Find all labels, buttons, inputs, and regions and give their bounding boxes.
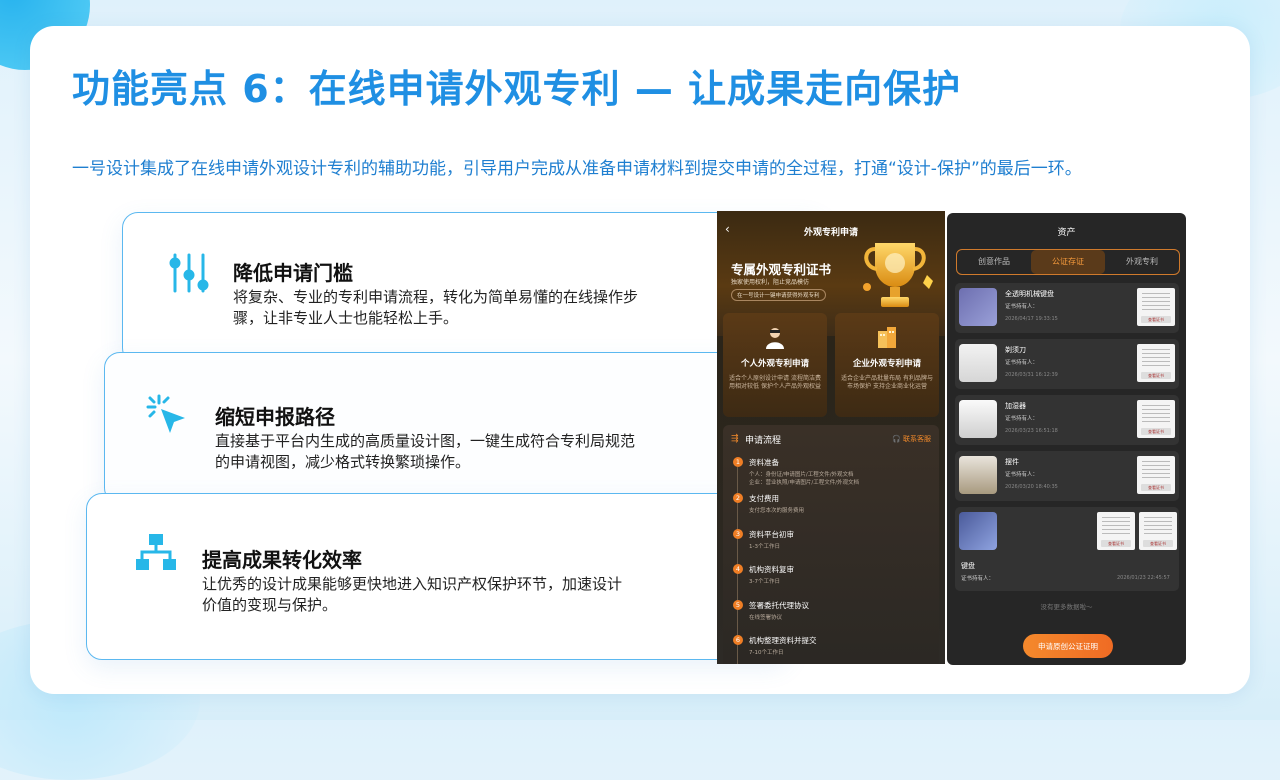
step-desc: 支付您本次的服务费用 [749, 508, 805, 514]
view-cert-button[interactable]: 查看证书 [1141, 484, 1171, 491]
feature-desc: 将复杂、专业的专利申请流程，转化为简单易懂的在线操作步骤，让非专业人士也能轻松上… [233, 288, 639, 327]
feature-desc: 直接基于平台内生成的高质量设计图，一键生成符合专利局规范的申请视图，减少格式转换… [215, 432, 636, 471]
step-desc: 个人：身份证/申请图片/工程文件/外观文档 [749, 472, 854, 478]
step-title: 支付费用 [749, 494, 779, 503]
cert-pill: 在一号设计一键申请获得外观专利 [731, 289, 826, 301]
flow-title: 申请流程 [745, 436, 782, 446]
cert-title: 专属外观专利证书 [731, 262, 832, 277]
screen-title: 资产 [1057, 228, 1076, 238]
apply-notarization-button[interactable]: 申请原创公证证明 [1023, 634, 1113, 658]
step-number: 2 [733, 493, 743, 503]
certificate-thumbnail[interactable]: 查看证书 [1137, 288, 1175, 326]
tab-notarization[interactable]: 公证存证 [1031, 250, 1105, 274]
trophy-icon [857, 235, 939, 319]
tab-creative-works[interactable]: 创意作品 [957, 250, 1031, 274]
certificate-thumbnail[interactable]: 查看证书 [1139, 512, 1177, 550]
asset-date: 2026/04/17 19:33:15 [1005, 316, 1058, 322]
application-flow: ⇶ 申请流程 🎧 联系客服 1 资料准备 个人：身份证/申请图片/工程文件/外观… [723, 425, 939, 664]
card-desc: 适合企业产品批量布局 有利品牌与市场保护 支持企业商业化运营 [841, 375, 933, 390]
view-cert-button[interactable]: 查看证书 [1141, 428, 1171, 435]
step-desc: 企业：营业执照/申请图片/工程文件/外观文档 [749, 480, 860, 486]
keyboard-thumbnail [959, 512, 997, 550]
cursor-click-icon [145, 393, 189, 441]
sliders-icon [167, 251, 211, 299]
no-more-data: 没有更多数据啦～ [1040, 603, 1093, 611]
step-number: 3 [733, 529, 743, 539]
asset-date: 2026/01/23 22:45:57 [1117, 575, 1170, 581]
view-cert-button[interactable]: 查看证书 [1143, 540, 1173, 547]
asset-date: 2026/03/31 16:12:39 [1005, 372, 1058, 378]
page-subtitle: 一号设计集成了在线申请外观设计专利的辅助功能，引导用户完成从准备申请材料到提交申… [72, 159, 1082, 179]
step-desc: 1-3个工作日 [749, 544, 780, 550]
step-desc: 在线签署协议 [749, 615, 783, 621]
asset-item[interactable]: 加湿器 证书持有人： 2026/03/23 16:51:18 查看证书 [955, 395, 1179, 445]
phone-assets: 资产 创意作品 公证存证 外观专利 全透明机械键盘 证书持有人： 2026/04… [947, 213, 1186, 665]
card-title: 企业外观专利申请 [852, 359, 921, 369]
asset-owner: 证书持有人： [1005, 304, 1039, 310]
certificate-thumbnail[interactable]: 查看证书 [1137, 344, 1175, 382]
asset-owner: 证书持有人： [1005, 416, 1039, 422]
step-title: 机构整理资料并提交 [749, 636, 817, 645]
customer-service-label: 联系客服 [903, 435, 931, 443]
asset-name: 剃须刀 [1005, 346, 1026, 354]
card-title: 个人外观专利申请 [740, 359, 809, 369]
asset-owner: 证书持有人： [1005, 472, 1039, 478]
step-number: 4 [733, 564, 743, 574]
step-desc: 3-7个工作日 [749, 579, 780, 585]
step-title: 资料平台初审 [749, 530, 794, 539]
tab-design-patent[interactable]: 外观专利 [1105, 250, 1179, 274]
certificate-thumbnail[interactable]: 查看证书 [1137, 400, 1175, 438]
step-desc: 7-10个工作日 [749, 650, 784, 656]
personal-patent-card[interactable]: 个人外观专利申请 适合个人原创设计申请 流程简洁费用相对较低 保护个人产品外观权… [723, 313, 827, 417]
feature-card-shorten-path: 缩短申报路径 直接基于平台内生成的高质量设计图，一键生成符合专利局规范的申请视图… [104, 352, 806, 504]
card-desc: 适合个人原创设计申请 流程简洁费用相对较低 保护个人产品外观权益 [729, 375, 821, 390]
hierarchy-icon [135, 532, 177, 576]
humidifier-thumbnail [959, 400, 997, 438]
step-number: 6 [733, 635, 743, 645]
asset-name: 键盘 [961, 562, 975, 570]
step-number: 1 [733, 457, 743, 467]
view-cert-button[interactable]: 查看证书 [1141, 316, 1171, 323]
asset-date: 2026/03/23 16:51:18 [1005, 428, 1058, 434]
page-title: 功能亮点 6：在线申请外观专利 — 让成果走向保护 [72, 67, 962, 111]
view-cert-button[interactable]: 查看证书 [1141, 372, 1171, 379]
certificate-thumbnail[interactable]: 查看证书 [1137, 456, 1175, 494]
asset-name: 摆件 [1005, 458, 1019, 466]
keyboard-thumbnail [959, 288, 997, 326]
cert-subtitle: 独家使用权利，阻止竞品模仿 [731, 279, 810, 286]
asset-owner: 证书持有人： [961, 576, 995, 582]
flow-icon: ⇶ [731, 434, 739, 444]
asset-item-keyboard[interactable]: 查看证书 查看证书 键盘 证书持有人： 2026/01/23 22:45:57 [955, 507, 1179, 591]
asset-name: 全透明机械键盘 [1005, 290, 1054, 298]
step-title: 签署委托代理协议 [749, 601, 809, 610]
asset-owner: 证书持有人： [1005, 360, 1039, 366]
certificate-thumbnail[interactable]: 查看证书 [1097, 512, 1135, 550]
asset-item[interactable]: 剃须刀 证书持有人： 2026/03/31 16:12:39 查看证书 [955, 339, 1179, 389]
step-number: 5 [733, 600, 743, 610]
step-title: 机构资料复审 [749, 565, 794, 574]
asset-tabs: 创意作品 公证存证 外观专利 [956, 249, 1180, 275]
customer-service-link[interactable]: 🎧 联系客服 [892, 434, 931, 444]
step-title: 资料准备 [749, 458, 779, 467]
person-icon [766, 328, 784, 349]
feature-desc: 让优秀的设计成果能够更快地进入知识产权保护环节，加速设计价值的变现与保护。 [202, 575, 623, 614]
phone-patent-application: ‹ 外观专利申请 专属外观专利证书 独家使用权利，阻止竞品模仿 在一号设计一键申… [717, 211, 945, 664]
enterprise-patent-card[interactable]: 企业外观专利申请 适合企业产品批量布局 有利品牌与市场保护 支持企业商业化运营 [835, 313, 939, 417]
building-icon [878, 327, 896, 348]
feature-title: 缩短申报路径 [215, 405, 335, 429]
asset-item[interactable]: 摆件 证书持有人： 2026/03/20 18:40:35 查看证书 [955, 451, 1179, 501]
asset-date: 2026/03/20 18:40:35 [1005, 484, 1058, 490]
view-cert-button[interactable]: 查看证书 [1101, 540, 1131, 547]
asset-name: 加湿器 [1005, 402, 1026, 410]
ornament-thumbnail [959, 456, 997, 494]
feature-card-improve-efficiency: 提高成果转化效率 让优秀的设计成果能够更快地进入知识产权保护环节，加速设计价值的… [86, 493, 788, 660]
feature-title: 提高成果转化效率 [202, 548, 362, 572]
shaver-thumbnail [959, 344, 997, 382]
feature-title: 降低申请门槛 [233, 261, 353, 285]
asset-item[interactable]: 全透明机械键盘 证书持有人： 2026/04/17 19:33:15 查看证书 [955, 283, 1179, 333]
